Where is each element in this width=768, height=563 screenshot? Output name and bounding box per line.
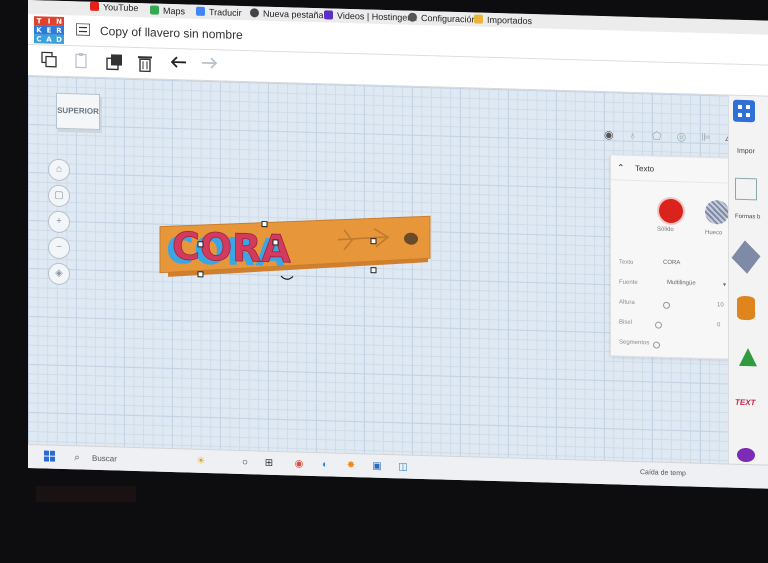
height-value: 10 (717, 302, 724, 309)
design-title[interactable]: Copy of llavero sin nombre (100, 24, 243, 42)
rotate-handle-icon[interactable] (280, 275, 294, 280)
fit-view-icon[interactable]: ▢ (48, 184, 70, 208)
browser-screen: YouTube Maps Traducir Nueva pestaña Vide… (28, 0, 768, 489)
inspector-title: Texto (635, 163, 655, 174)
hostinger-icon (324, 10, 333, 20)
gear-icon (408, 12, 417, 22)
height-slider[interactable] (663, 301, 670, 309)
solid-label: Sólido (657, 226, 674, 234)
import-link[interactable]: Impor (737, 148, 755, 156)
taskbar-search-input[interactable]: Buscar (92, 454, 117, 464)
field-height-label: Altura (619, 299, 635, 306)
text-shape[interactable]: TEXT (735, 398, 755, 408)
bookmark-importados[interactable]: Importados (474, 14, 532, 26)
solid-color-swatch[interactable] (657, 196, 685, 226)
segments-slider[interactable] (653, 341, 660, 349)
bookmark-configuracion[interactable]: Configuración (408, 12, 477, 25)
windows-start-icon[interactable] (42, 450, 56, 464)
grid-view-icon[interactable] (733, 99, 755, 123)
field-bevel-label: Bisel (619, 319, 633, 326)
store-icon[interactable]: ▣ (370, 460, 384, 474)
field-text-label: Texto (619, 259, 634, 266)
bookmark-hostinger[interactable]: Videos | Hostinger... (324, 10, 417, 23)
dropdown-caret-icon[interactable]: ▾ (723, 281, 726, 288)
collapse-chevron-icon[interactable]: ⌃ (617, 162, 625, 173)
bookmark-traducir[interactable]: Traducir (196, 6, 242, 18)
keychain-model[interactable]: CORA CORA (138, 204, 438, 304)
hole-swatch[interactable] (705, 199, 729, 225)
shapes-category-label[interactable]: Formas b (735, 214, 760, 221)
folder-icon (474, 14, 483, 24)
view-toolbar: ◉ ♁ ⬠ ◎ ⊫ ⏃ (604, 126, 735, 146)
task-view-icon[interactable]: ○ (238, 456, 252, 470)
undo-icon[interactable] (170, 55, 188, 74)
trash-icon[interactable] (136, 54, 154, 73)
translate-icon (196, 6, 205, 16)
tinkercad-logo[interactable]: T I N K E R C A D (34, 16, 64, 45)
copy-icon[interactable] (40, 51, 58, 70)
edge-icon[interactable]: ◐ (318, 458, 332, 472)
half-sphere-shape[interactable] (737, 447, 755, 463)
comment-icon[interactable]: ◉ (604, 129, 614, 141)
bevel-slider[interactable] (655, 321, 662, 329)
bulb-icon[interactable]: ♁ (629, 130, 637, 142)
youtube-icon (90, 1, 99, 11)
redo-icon[interactable] (200, 56, 218, 75)
monitor-bezel-reflection (36, 486, 136, 502)
roof-shape[interactable] (739, 347, 757, 367)
keychain-text: CORA (172, 224, 291, 271)
app2-icon[interactable]: ◫ (396, 460, 410, 474)
shape-group-icon[interactable]: ⬠ (652, 130, 662, 142)
weather-widget-icon[interactable]: ☀ (194, 455, 208, 469)
bevel-value: 0 (717, 322, 721, 329)
widgets-icon[interactable]: ⊞ (262, 457, 276, 471)
field-segments-label: Segmentos (619, 339, 650, 347)
ungroup-icon[interactable]: ◎ (677, 131, 687, 143)
align-icon[interactable]: ⊫ (701, 132, 711, 144)
basic-shapes-icon[interactable] (735, 177, 757, 201)
view-cube[interactable]: SUPERIOR (56, 92, 100, 131)
app-icon[interactable]: ✸ (344, 459, 358, 473)
box-hole-shape[interactable] (731, 240, 761, 274)
home-view-icon[interactable]: ⌂ (48, 158, 70, 182)
bookmark-youtube[interactable]: YouTube (90, 1, 138, 13)
text-input[interactable]: CORA (663, 260, 680, 266)
zoom-in-icon[interactable]: + (48, 210, 70, 234)
field-font-label: Fuente (619, 279, 638, 287)
bookmark-maps[interactable]: Maps (150, 5, 185, 16)
font-select[interactable]: Multilingüe (667, 280, 696, 287)
design-list-icon[interactable] (76, 23, 90, 36)
duplicate-icon[interactable] (106, 53, 124, 72)
chrome-icon[interactable]: ◉ (292, 457, 306, 471)
bookmark-nueva-pestana[interactable]: Nueva pestaña (250, 8, 324, 20)
cylinder-shape[interactable] (737, 295, 755, 321)
hole-label: Hueco (705, 229, 723, 237)
weather-status: Caída de temp (640, 469, 686, 478)
zoom-out-icon[interactable]: − (48, 236, 70, 260)
globe-icon (250, 8, 259, 18)
maps-icon (150, 5, 159, 15)
perspective-icon[interactable]: ◈ (48, 262, 70, 286)
shapes-panel: Impor Formas b TEXT (728, 95, 768, 465)
search-icon[interactable]: ⌕ (70, 451, 84, 465)
paste-icon[interactable] (72, 52, 90, 71)
